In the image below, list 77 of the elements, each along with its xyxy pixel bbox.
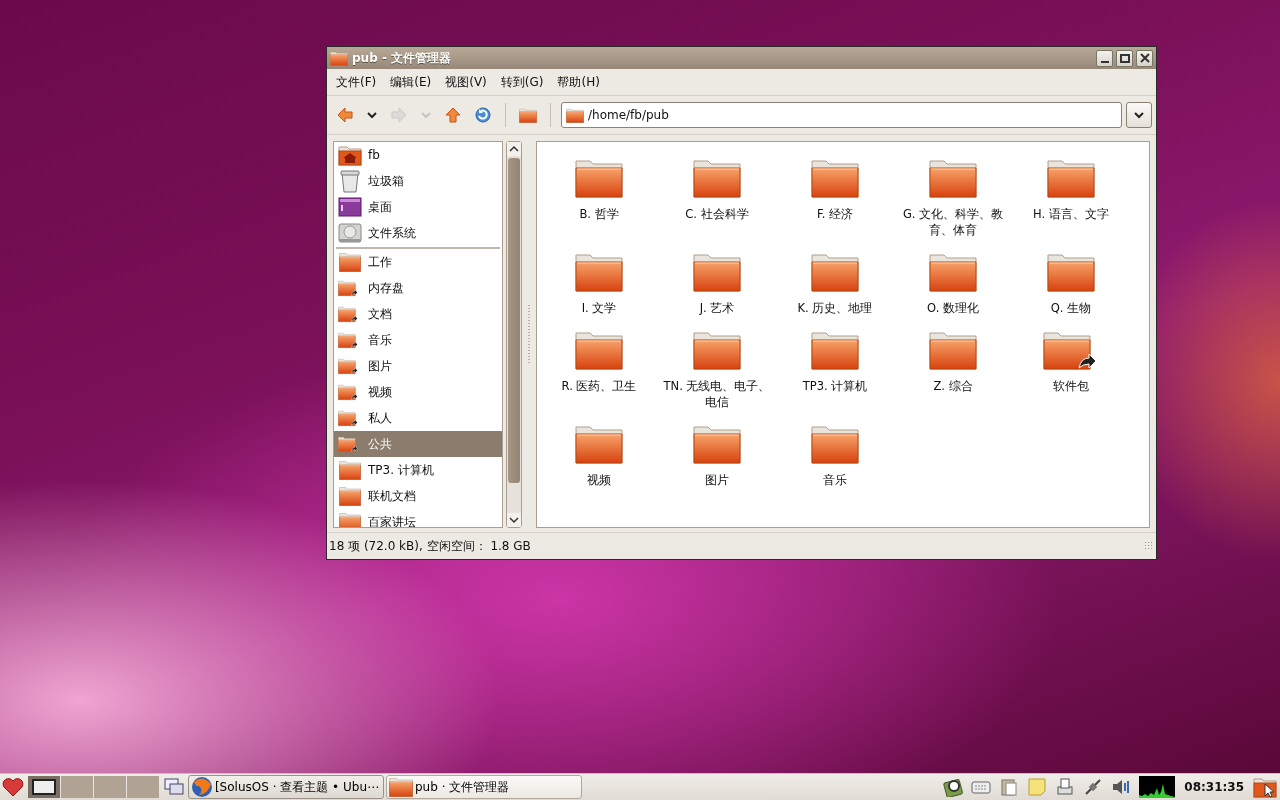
sidebar-item[interactable]: 工作 bbox=[334, 249, 502, 275]
sidebar-item[interactable]: 文档 bbox=[334, 301, 502, 327]
folder-item[interactable]: 音乐 bbox=[776, 424, 894, 488]
speaker-icon[interactable] bbox=[1111, 777, 1132, 797]
sidebar-item[interactable]: 音乐 bbox=[334, 327, 502, 353]
menu-item[interactable]: 文件(F) bbox=[329, 73, 384, 91]
workspace-button[interactable] bbox=[28, 776, 60, 798]
folder-item[interactable]: Z. 综合 bbox=[894, 330, 1012, 410]
sidebar-item[interactable]: 联机文档 bbox=[334, 483, 502, 509]
sidebar-item[interactable]: 私人 bbox=[334, 405, 502, 431]
status-text: 18 项 (72.0 kB), 空闲空间： 1.8 GB bbox=[329, 537, 531, 555]
menu-item[interactable]: 视图(V) bbox=[438, 73, 494, 91]
globe-icon bbox=[191, 776, 213, 798]
folder-cursor-icon[interactable] bbox=[1253, 776, 1277, 798]
location-dropdown-button[interactable] bbox=[1126, 102, 1152, 128]
printer-icon[interactable] bbox=[1055, 777, 1076, 797]
menu-item[interactable]: 帮助(H) bbox=[550, 73, 607, 91]
folder-item[interactable]: B. 哲学 bbox=[540, 158, 658, 238]
sidebar-item[interactable]: 垃圾箱 bbox=[334, 168, 502, 194]
folder-item[interactable]: C. 社会科学 bbox=[658, 158, 776, 238]
sidebar-item[interactable]: 文件系统 bbox=[334, 220, 502, 246]
clock[interactable]: 08:31:35 bbox=[1180, 780, 1248, 794]
folder-icon bbox=[566, 107, 584, 123]
minimize-icon bbox=[1100, 60, 1109, 63]
home-folder-icon bbox=[519, 107, 537, 123]
reload-icon bbox=[474, 106, 492, 124]
minimize-button[interactable] bbox=[1096, 49, 1113, 67]
desktop-icon bbox=[338, 196, 362, 218]
folder-item[interactable]: O. 数理化 bbox=[894, 252, 1012, 316]
close-icon bbox=[1139, 53, 1150, 63]
folder-item[interactable]: G. 文化、科学、教育、体育 bbox=[894, 158, 1012, 238]
scrollbar-thumb[interactable] bbox=[508, 158, 520, 483]
clipboard-icon[interactable] bbox=[999, 777, 1020, 797]
folder-item[interactable]: K. 历史、地理 bbox=[776, 252, 894, 316]
sidebar-item[interactable]: TP3. 计算机 bbox=[334, 457, 502, 483]
folder-item[interactable]: H. 语言、文字 bbox=[1012, 158, 1130, 238]
sidebar-item[interactable]: 视频 bbox=[334, 379, 502, 405]
up-arrow-icon bbox=[444, 106, 462, 124]
folder-item[interactable]: 视频 bbox=[540, 424, 658, 488]
menu-item[interactable]: 转到(G) bbox=[493, 73, 551, 91]
book-magnifier-icon[interactable] bbox=[943, 777, 964, 797]
forward-arrow-icon bbox=[390, 106, 408, 124]
menu-button[interactable] bbox=[0, 775, 26, 799]
sidebar-item[interactable]: 百家讲坛 bbox=[334, 509, 502, 527]
folder-item[interactable]: R. 医药、卫生 bbox=[540, 330, 658, 410]
sidebar-item[interactable]: fb bbox=[334, 142, 502, 168]
trash-icon bbox=[338, 169, 362, 193]
folder-item[interactable]: 图片 bbox=[658, 424, 776, 488]
sidebar-item[interactable]: 公共 bbox=[334, 431, 502, 457]
folder-item[interactable]: TN. 无线电、电子、电信 bbox=[658, 330, 776, 410]
folder-item[interactable]: I. 文学 bbox=[540, 252, 658, 316]
folder-item[interactable]: J. 艺术 bbox=[658, 252, 776, 316]
heart-icon bbox=[2, 777, 24, 797]
folder-icon bbox=[389, 777, 413, 797]
folder-item[interactable]: 软件包 bbox=[1012, 330, 1130, 410]
scrollbar[interactable] bbox=[506, 141, 522, 528]
close-button[interactable] bbox=[1136, 49, 1153, 67]
maximize-icon bbox=[1119, 53, 1130, 63]
menu-item[interactable]: 编辑(E) bbox=[383, 73, 439, 91]
folder-item[interactable]: F. 经济 bbox=[776, 158, 894, 238]
folder-item[interactable]: TP3. 计算机 bbox=[776, 330, 894, 410]
windows-icon bbox=[164, 778, 184, 796]
maximize-button[interactable] bbox=[1116, 49, 1133, 67]
taskbar-window-button[interactable]: pub · 文件管理器 bbox=[386, 775, 582, 799]
folder-icon bbox=[330, 50, 348, 66]
back-arrow-icon bbox=[336, 106, 354, 124]
sidebar-item[interactable]: 内存盘 bbox=[334, 275, 502, 301]
location-field[interactable]: /home/fb/pub bbox=[561, 102, 1122, 128]
plug-icon[interactable] bbox=[1083, 777, 1104, 797]
home-folder-icon bbox=[338, 144, 362, 166]
taskbar-window-button[interactable]: [SolusOS · 查看主题 • Ubu⋯ bbox=[188, 775, 384, 799]
window-title: pub - 文件管理器 bbox=[352, 49, 453, 67]
hard-drive-icon bbox=[338, 221, 362, 245]
folder-item[interactable]: Q. 生物 bbox=[1012, 252, 1130, 316]
sidebar-item[interactable]: 图片 bbox=[334, 353, 502, 379]
system-monitor-graph[interactable] bbox=[1139, 776, 1176, 798]
sidebar-item[interactable]: 桌面 bbox=[334, 194, 502, 220]
